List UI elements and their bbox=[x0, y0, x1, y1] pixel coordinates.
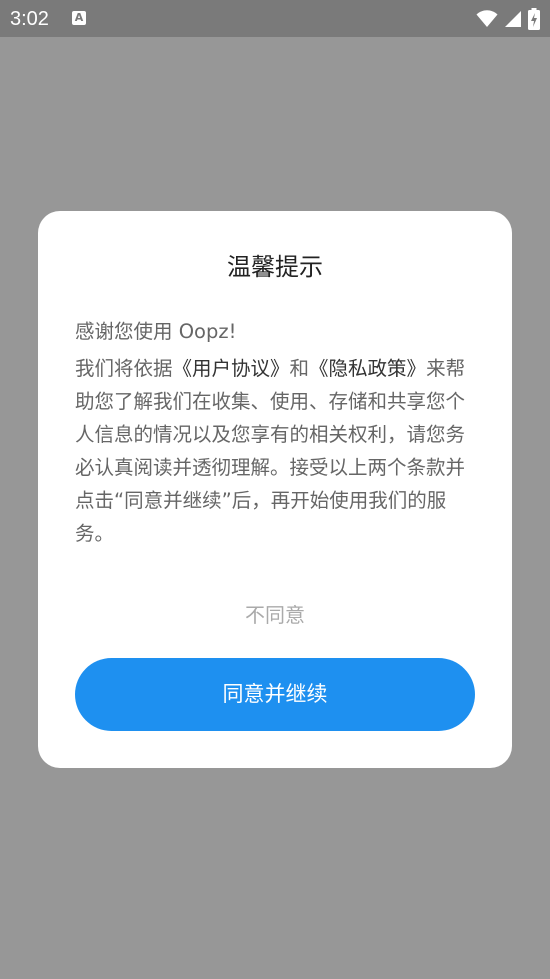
keyboard-a-icon: A bbox=[72, 11, 86, 25]
user-agreement-link[interactable]: 《用户协议》 bbox=[173, 357, 290, 380]
greeting-text: 感谢您使用 Oopz! bbox=[75, 320, 237, 343]
privacy-paragraph: 我们将依据《用户协议》和《隐私政策》来帮助您了解我们在收集、使用、存储和共享您个… bbox=[75, 352, 475, 550]
wifi-icon bbox=[476, 10, 498, 27]
status-time: 3:02 bbox=[10, 8, 49, 30]
privacy-policy-link[interactable]: 《隐私政策》 bbox=[309, 357, 426, 380]
cell-signal-icon bbox=[505, 11, 521, 27]
status-bar: 3:02 A bbox=[0, 0, 550, 37]
agree-continue-button[interactable]: 同意并继续 bbox=[75, 658, 475, 731]
battery-charging-icon bbox=[528, 8, 540, 30]
body-text-part2: 和 bbox=[289, 357, 310, 380]
screen: 3:02 A 温馨提示 感谢您使用 Oopz! 我们将依据《用户协议》和《隐私政… bbox=[0, 0, 550, 979]
privacy-dialog: 温馨提示 感谢您使用 Oopz! 我们将依据《用户协议》和《隐私政策》来帮助您了… bbox=[38, 211, 512, 768]
dialog-body: 感谢您使用 Oopz! 我们将依据《用户协议》和《隐私政策》来帮助您了解我们在收… bbox=[75, 315, 475, 550]
body-text-part1: 我们将依据 bbox=[75, 357, 173, 380]
disagree-button[interactable]: 不同意 bbox=[38, 599, 512, 631]
dialog-title: 温馨提示 bbox=[227, 253, 323, 281]
status-indicators bbox=[476, 8, 540, 30]
body-text-part3: 来帮助您了解我们在收集、使用、存储和共享您个人信息的情况以及您享有的相关权利，请… bbox=[75, 357, 466, 545]
